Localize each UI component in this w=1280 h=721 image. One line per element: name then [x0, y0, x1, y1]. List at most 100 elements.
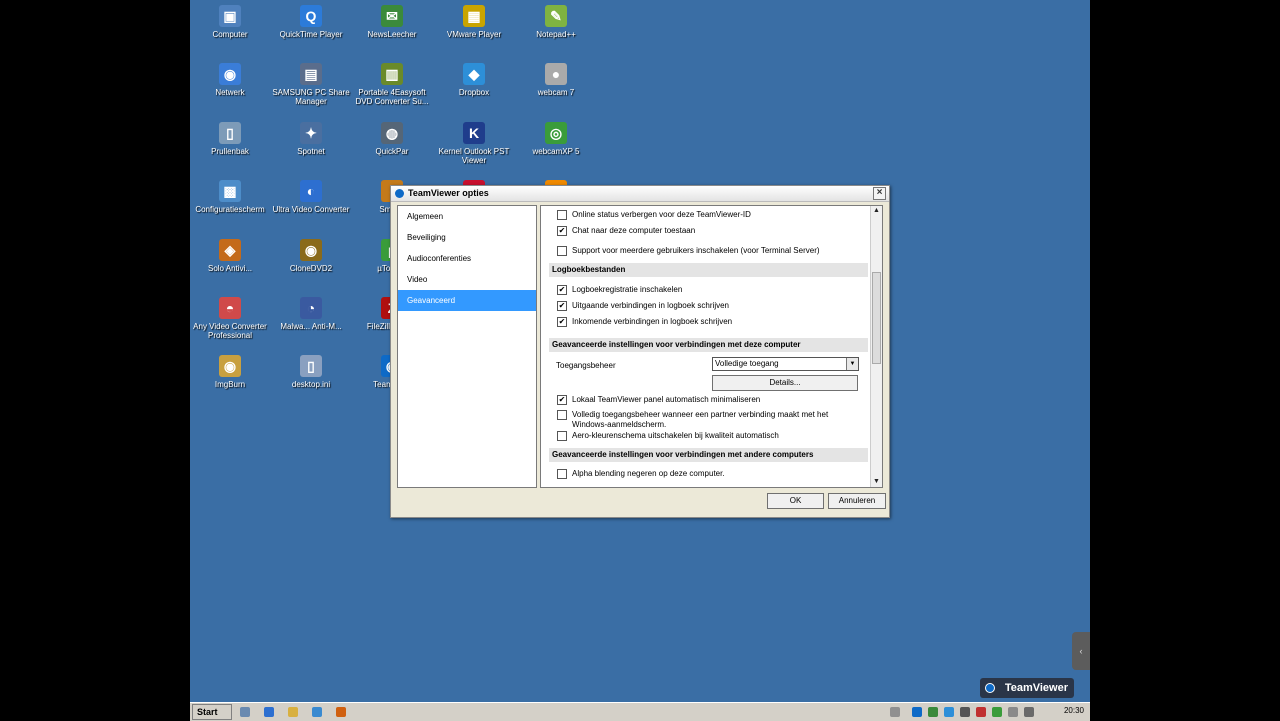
- multiuser-label: Support voor meerdere gebruikers inschak…: [572, 246, 820, 256]
- alpha-checkbox[interactable]: [557, 469, 567, 479]
- ok-button[interactable]: OK: [767, 493, 824, 509]
- tray-safely-remove-icon[interactable]: [1008, 707, 1018, 717]
- log-outgoing-checkbox[interactable]: ✔: [557, 301, 567, 311]
- chat-checkbox[interactable]: ✔: [557, 226, 567, 236]
- desktop-icon[interactable]: ▩ Configuratiescherm: [190, 175, 270, 214]
- option-aero[interactable]: Aero-kleurenschema uitschakelen bij kwal…: [557, 431, 779, 441]
- taskbar: Start 20:30: [190, 702, 1090, 721]
- options-nav: Algemeen Beveiliging Audioconferenties V…: [397, 205, 537, 488]
- desktop-icon[interactable]: ▤ SAMSUNG PC Share Manager: [271, 58, 351, 106]
- details-button[interactable]: Details...: [712, 375, 858, 391]
- tray-volume-icon[interactable]: [960, 707, 970, 717]
- option-log-outgoing[interactable]: ✔ Uitgaande verbindingen in logboek schri…: [557, 301, 729, 311]
- desktop-icon-glyph-icon: ▯: [219, 121, 241, 144]
- full-access-label-line1: Volledig toegangsbeheer wanneer een part…: [572, 410, 829, 420]
- desktop-icon[interactable]: ◈ Solo Antivi...: [190, 234, 270, 273]
- option-minimize[interactable]: ✔ Lokaal TeamViewer panel automatisch min…: [557, 395, 760, 405]
- minimize-label: Lokaal TeamViewer panel automatisch mini…: [572, 395, 761, 405]
- quicklaunch-folder-icon[interactable]: [288, 707, 298, 717]
- tray-speaker-icon[interactable]: [1024, 707, 1034, 717]
- desktop-icon-glyph-icon: ◓: [219, 297, 241, 319]
- scroll-up-icon[interactable]: ▲: [871, 206, 882, 216]
- close-button[interactable]: ×: [873, 187, 886, 200]
- desktop-icon[interactable]: ▣ Computer: [190, 0, 270, 39]
- alpha-label: Alpha blending negeren op deze computer.: [572, 469, 725, 479]
- tray-antivirus-icon[interactable]: [976, 707, 986, 717]
- quicklaunch-firefox-icon[interactable]: [336, 707, 346, 717]
- desktop-icon-glyph-icon: ◍: [381, 121, 403, 144]
- desktop-icon[interactable]: ◔ Malwa... Anti-M...: [271, 292, 351, 331]
- log-incoming-checkbox[interactable]: ✔: [557, 317, 567, 327]
- tray-dropbox-icon[interactable]: [944, 707, 954, 717]
- quicklaunch-ie-icon[interactable]: [312, 707, 322, 717]
- desktop-icon-glyph-icon: ▤: [300, 63, 322, 86]
- desktop-icon-label: Ultra Video Converter: [272, 205, 350, 215]
- aero-checkbox[interactable]: [557, 431, 567, 441]
- settings-panel: Online status verbergen voor deze TeamVi…: [540, 205, 883, 488]
- desktop-icon[interactable]: ◉ CloneDVD2: [271, 234, 351, 273]
- access-select[interactable]: Volledige toegang ▼: [712, 357, 859, 371]
- option-log-enable[interactable]: ✔ Logboekregistratie inschakelen: [557, 285, 682, 295]
- desktop-icon-glyph-icon: ▣: [219, 5, 241, 27]
- desktop-icon[interactable]: ▥ Portable 4Easysoft DVD Converter Su...: [352, 58, 432, 106]
- desktop-icon[interactable]: ◉ Netwerk: [190, 58, 270, 97]
- scroll-thumb[interactable]: [872, 272, 881, 364]
- desktop-icon[interactable]: K Kernel Outlook PST Viewer: [434, 117, 514, 165]
- desktop-icon[interactable]: ✎ Notepad++: [516, 0, 596, 39]
- desktop-icon-label: Any Video Converter Professional: [193, 322, 267, 340]
- desktop-icon-label: CloneDVD2: [289, 263, 333, 273]
- nav-item-audioconferenties[interactable]: Audioconferenties: [398, 248, 536, 269]
- nav-item-geavanceerd[interactable]: Geavanceerd: [398, 290, 536, 311]
- start-button[interactable]: Start: [192, 704, 232, 720]
- nav-item-algemeen[interactable]: Algemeen: [398, 206, 536, 227]
- minimize-checkbox[interactable]: ✔: [557, 395, 567, 405]
- desktop-icon[interactable]: ◐ Ultra Video Converter: [271, 175, 351, 214]
- log-enable-checkbox[interactable]: ✔: [557, 285, 567, 295]
- option-alpha[interactable]: Alpha blending negeren op deze computer.: [557, 469, 725, 479]
- log-outgoing-label: Uitgaande verbindingen in logboek schrij…: [572, 301, 729, 311]
- desktop-icon[interactable]: ▯ desktop.ini: [271, 350, 351, 389]
- nav-item-video[interactable]: Video: [398, 269, 536, 290]
- dialog-titlebar[interactable]: TeamViewer opties ×: [391, 186, 889, 202]
- scroll-down-icon[interactable]: ▼: [871, 477, 882, 487]
- tray-keyboard-icon[interactable]: [890, 707, 900, 717]
- desktop-icon[interactable]: ✦ Spotnet: [271, 117, 351, 156]
- desktop-icon[interactable]: Q QuickTime Player: [271, 0, 351, 39]
- desktop-icon-label: QuickPar: [375, 146, 409, 156]
- option-full-access[interactable]: Volledig toegangsbeheer wanneer een part…: [557, 410, 828, 429]
- full-access-checkbox[interactable]: [557, 410, 567, 420]
- option-multiuser[interactable]: Support voor meerdere gebruikers inschak…: [557, 246, 820, 256]
- cancel-button[interactable]: Annuleren: [828, 493, 886, 509]
- settings-scrollbar[interactable]: ▲ ▼: [870, 206, 882, 487]
- option-chat[interactable]: ✔ Chat naar deze computer toestaan: [557, 226, 695, 236]
- multiuser-checkbox[interactable]: [557, 246, 567, 256]
- quicklaunch-desktop-icon[interactable]: [240, 707, 250, 717]
- desktop-icon[interactable]: ✉ NewsLeecher: [352, 0, 432, 39]
- quicklaunch-outlook-icon[interactable]: [264, 707, 274, 717]
- teamviewer-badge-label: TeamViewer: [1004, 682, 1068, 694]
- nav-item-beveiliging[interactable]: Beveiliging: [398, 227, 536, 248]
- teamviewer-options-dialog: TeamViewer opties × Algemeen Beveiliging…: [390, 185, 890, 518]
- desktop-icon-label: QuickTime Player: [279, 30, 343, 39]
- desktop-icon-label: Configuratiescherm: [195, 205, 265, 215]
- desktop-icon-label: webcam 7: [537, 88, 575, 98]
- desktop-icon[interactable]: ◎ webcamXP 5: [516, 117, 596, 156]
- desktop-icon[interactable]: ◍ QuickPar: [352, 117, 432, 156]
- chevron-down-icon[interactable]: ▼: [846, 358, 858, 370]
- tray-network-icon[interactable]: [928, 707, 938, 717]
- option-online-status[interactable]: Online status verbergen voor deze TeamVi…: [557, 210, 751, 220]
- teamviewer-badge[interactable]: TeamViewer: [980, 678, 1074, 698]
- desktop-icon[interactable]: ◉ ImgBurn: [190, 350, 270, 389]
- online-status-checkbox[interactable]: [557, 210, 567, 220]
- desktop-icon[interactable]: ◓ Any Video Converter Professional: [190, 292, 270, 340]
- desktop-icon-glyph-icon: Q: [300, 5, 322, 27]
- desktop-icon[interactable]: ▦ VMware Player: [434, 0, 514, 39]
- desktop-icon[interactable]: ▯ Prullenbak: [190, 117, 270, 156]
- tray-utorrent-icon[interactable]: [992, 707, 1002, 717]
- collapse-tab[interactable]: ‹: [1072, 632, 1090, 670]
- tray-teamviewer-icon[interactable]: [912, 707, 922, 717]
- aero-label: Aero-kleurenschema uitschakelen bij kwal…: [572, 431, 779, 441]
- desktop-icon[interactable]: ● webcam 7: [516, 58, 596, 97]
- desktop-icon[interactable]: ◆ Dropbox: [434, 58, 514, 97]
- option-log-incoming[interactable]: ✔ Inkomende verbindingen in logboek schri…: [557, 317, 732, 327]
